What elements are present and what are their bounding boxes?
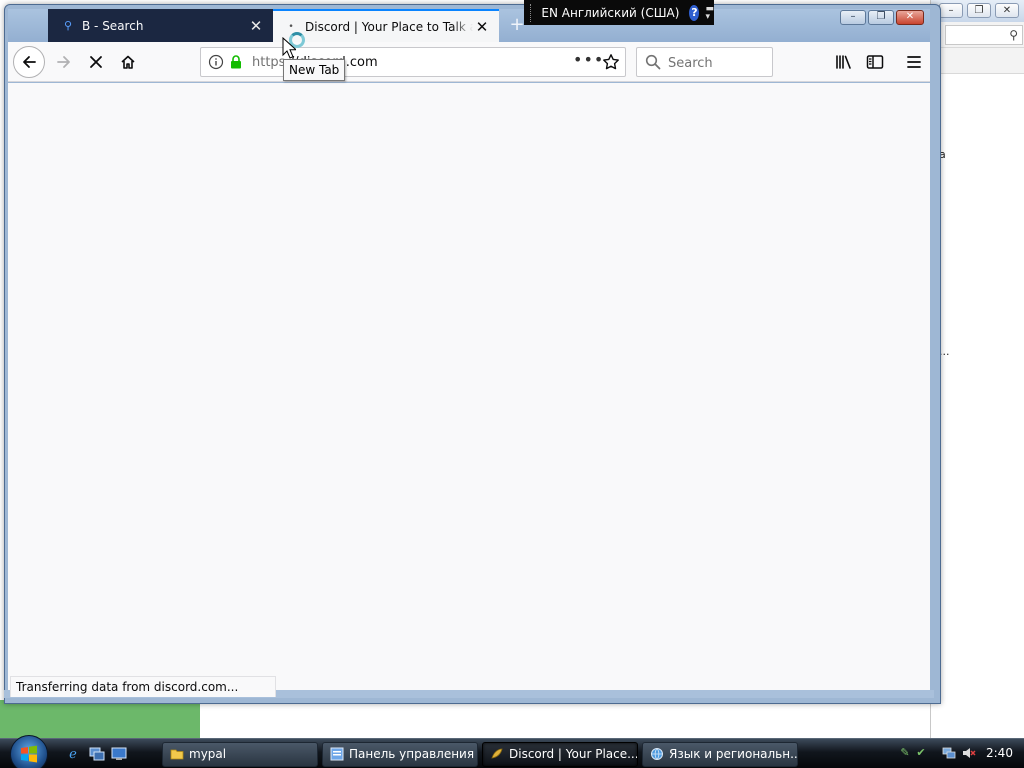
language-bar[interactable]: EN Английский (США) ? ▬ ▾ xyxy=(524,0,714,25)
taskbar-button-mypal-folder[interactable]: mypal xyxy=(162,742,318,767)
close-icon[interactable]: ✕ xyxy=(473,18,491,36)
page-content[interactable] xyxy=(8,83,930,695)
tooltip: New Tab xyxy=(283,59,346,81)
background-window-titlebar[interactable]: – ❐ ✕ xyxy=(931,0,1024,22)
internet-explorer-icon[interactable]: ℯ xyxy=(64,746,82,762)
stop-icon xyxy=(90,56,102,68)
mypal-browser-icon xyxy=(491,748,503,759)
sidebar-icon xyxy=(866,55,884,69)
bg-toolbar xyxy=(931,48,1024,74)
folder-icon xyxy=(170,749,184,760)
globe-icon xyxy=(651,748,663,760)
language-tray-icon[interactable]: ✎ xyxy=(898,746,912,760)
taskbar-button-label: Язык и региональн... xyxy=(669,747,798,761)
tab-strip: ⚲ B - Search ✕ • Discord | Your Place to… xyxy=(8,9,930,42)
search-bar[interactable]: Search xyxy=(636,47,773,77)
back-icon xyxy=(23,56,36,68)
info-icon[interactable] xyxy=(208,54,224,70)
options-icon[interactable]: ▬ ▾ xyxy=(705,4,714,21)
desktop-wallpaper xyxy=(0,700,200,738)
forward-icon xyxy=(57,56,70,68)
menu-button[interactable] xyxy=(904,52,924,72)
search-icon[interactable]: ⚲ xyxy=(1009,28,1018,42)
minimize-button[interactable]: – xyxy=(840,10,866,25)
control-panel-icon xyxy=(330,747,344,761)
tab-search[interactable]: ⚲ B - Search ✕ xyxy=(48,9,273,42)
close-button[interactable]: ✕ xyxy=(896,10,924,25)
navigation-toolbar: https://discord.com ••• Search xyxy=(8,42,930,82)
hamburger-menu-icon xyxy=(907,56,921,68)
security-tray-icon[interactable]: ✔ xyxy=(914,746,928,760)
help-icon[interactable]: ? xyxy=(689,4,700,21)
switch-windows-icon[interactable] xyxy=(88,746,106,762)
grip-handle[interactable] xyxy=(530,3,535,22)
mouse-cursor-icon xyxy=(282,37,296,59)
windows-logo-icon xyxy=(21,745,37,763)
search-placeholder: Search xyxy=(668,56,713,71)
language-label[interactable]: EN Английский (США) xyxy=(541,6,679,20)
library-button[interactable] xyxy=(834,52,854,72)
home-button[interactable] xyxy=(112,46,144,78)
search-icon xyxy=(645,54,661,70)
bg-close-button[interactable]: ✕ xyxy=(995,3,1019,18)
tab-title: B - Search xyxy=(82,18,144,33)
forward-button[interactable] xyxy=(48,46,80,78)
bg-search-input[interactable]: ⚲ xyxy=(945,25,1023,45)
close-icon[interactable]: ✕ xyxy=(247,17,265,35)
tab-title: Discord | Your Place to Talk and xyxy=(305,19,473,34)
bg-minimize-button[interactable]: – xyxy=(939,3,963,18)
loading-icon: • xyxy=(288,21,294,32)
status-panel: Transferring data from discord.com... xyxy=(10,676,276,697)
back-button[interactable] xyxy=(13,46,45,78)
page-actions-icon[interactable]: ••• xyxy=(573,50,604,69)
start-button[interactable] xyxy=(10,735,48,768)
volume-muted-icon[interactable] xyxy=(962,746,976,760)
background-window[interactable]: – ❐ ✕ ⚲ a ... xyxy=(930,0,1024,740)
sidebar-button[interactable] xyxy=(865,52,885,72)
system-tray: ✎ ✔ 2:40 xyxy=(892,739,1024,768)
taskbar-button-label: mypal xyxy=(189,747,227,761)
home-icon xyxy=(121,55,135,69)
network-tray-icon[interactable] xyxy=(942,746,956,760)
show-desktop-icon[interactable] xyxy=(110,746,128,762)
taskbar: ℯ mypal Панель управления Discord | Your… xyxy=(0,735,1024,768)
taskbar-button-control-panel[interactable]: Панель управления xyxy=(322,742,478,767)
tab-discord[interactable]: • Discord | Your Place to Talk and ✕ xyxy=(273,9,499,42)
taskbar-button-language-settings[interactable]: Язык и региональн... xyxy=(642,742,798,767)
taskbar-button-label: Панель управления xyxy=(349,747,475,761)
url-bar[interactable]: https://discord.com ••• xyxy=(200,47,626,77)
bg-search-row: ⚲ xyxy=(931,22,1024,48)
bg-restore-button[interactable]: ❐ xyxy=(967,3,991,18)
clock[interactable]: 2:40 xyxy=(986,746,1013,760)
bookmark-star-icon[interactable] xyxy=(602,53,620,71)
library-icon xyxy=(836,55,851,69)
search-icon: ⚲ xyxy=(63,19,73,32)
lock-icon[interactable] xyxy=(228,54,244,70)
url-protocol: https xyxy=(252,55,286,70)
taskbar-button-browser[interactable]: Discord | Your Place... xyxy=(482,742,638,767)
stop-button[interactable] xyxy=(80,46,112,78)
window-caption-buttons: – ❐ ✕ xyxy=(840,10,924,25)
taskbar-button-label: Discord | Your Place... xyxy=(509,747,638,761)
maximize-button[interactable]: ❐ xyxy=(868,10,894,25)
